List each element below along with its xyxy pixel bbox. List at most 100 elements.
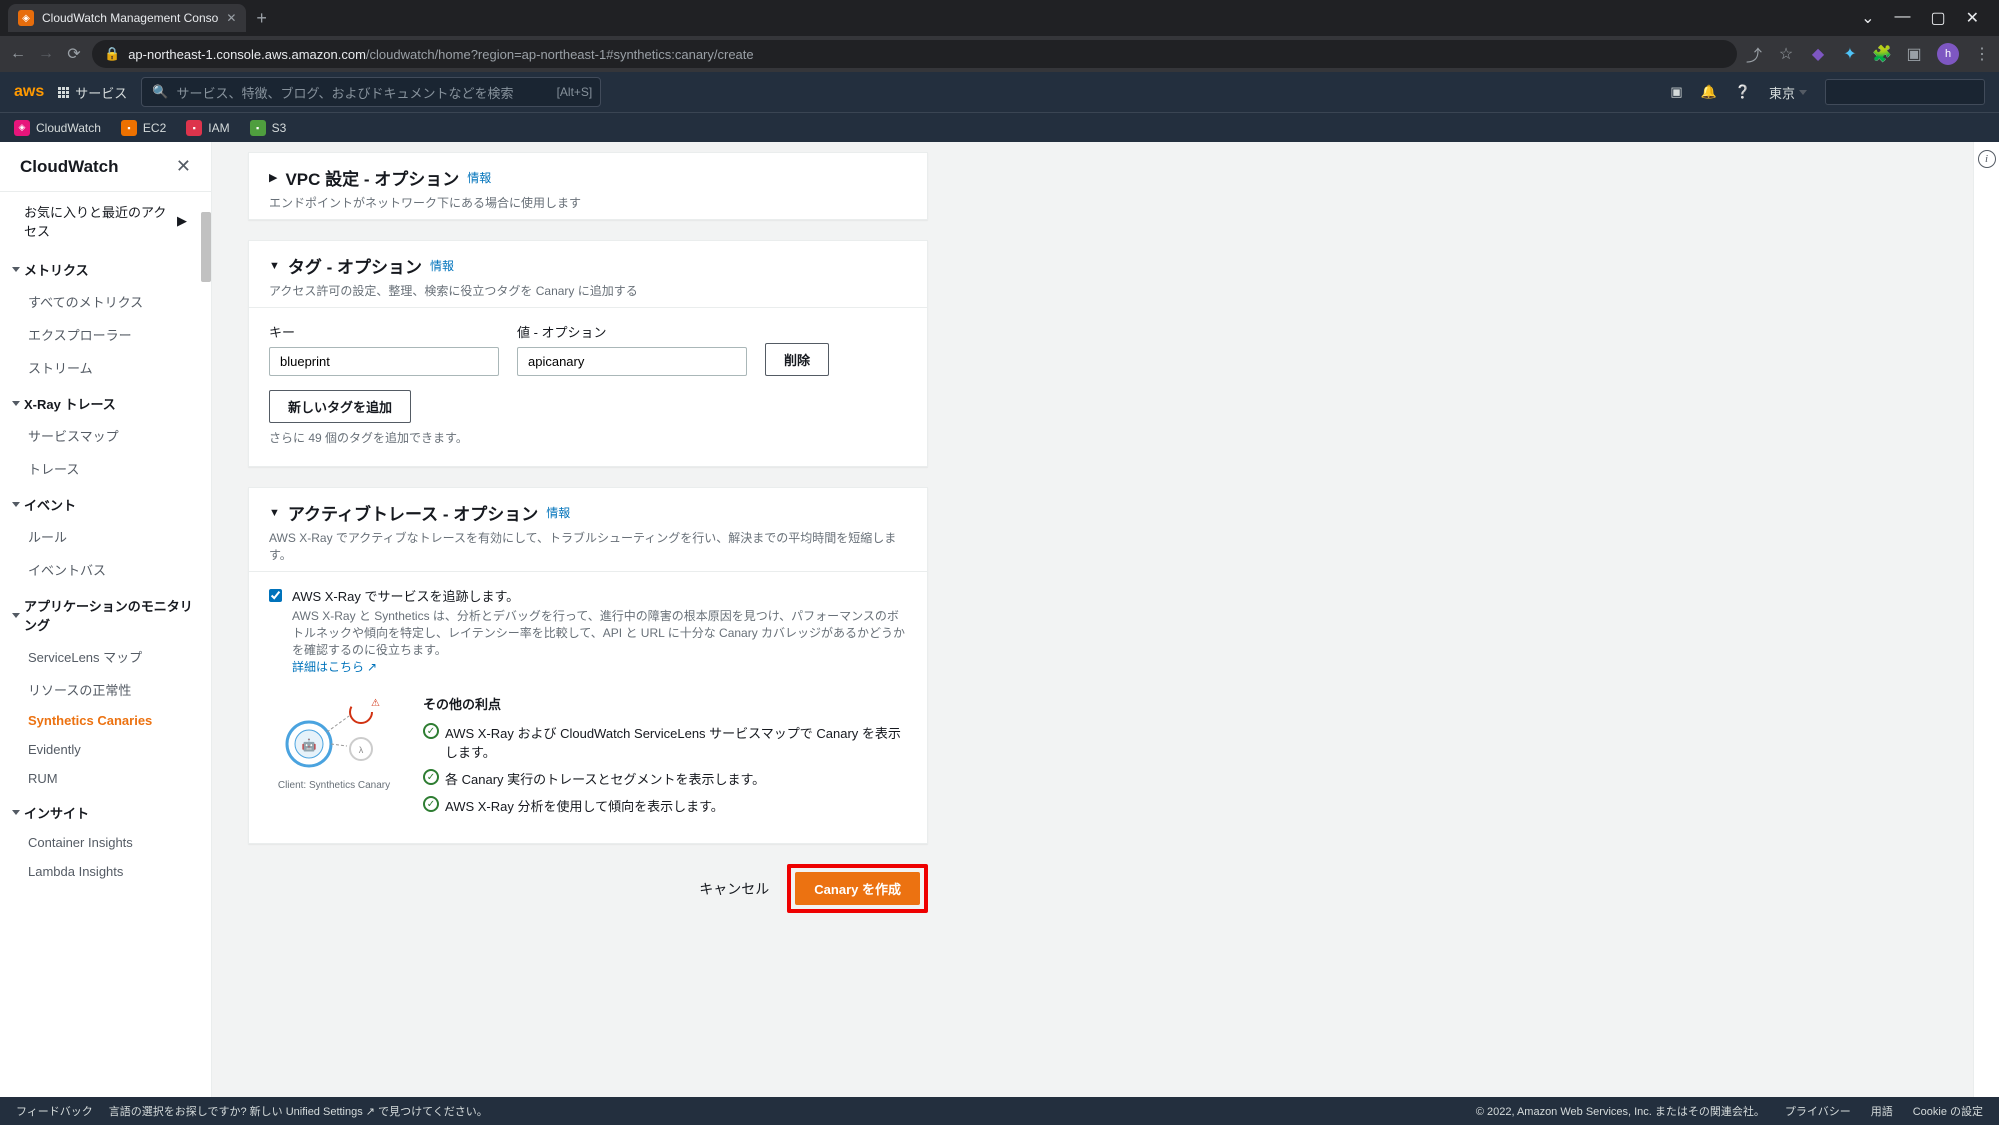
browser-tab[interactable]: ◈ CloudWatch Management Conso ✕: [8, 4, 246, 32]
svg-text:λ: λ: [359, 745, 364, 755]
tag-value-input[interactable]: [517, 347, 747, 376]
sidebar-title: CloudWatch: [20, 157, 119, 177]
cloudwatch-icon: ◈: [14, 120, 30, 136]
benefit-item: ✓各 Canary 実行のトレースとセグメントを表示します。: [423, 769, 907, 788]
region-selector[interactable]: 東京: [1769, 83, 1807, 102]
share-icon[interactable]: ⤴: [1745, 45, 1763, 63]
benefits-title: その他の利点: [423, 694, 907, 713]
new-tab-button[interactable]: +: [256, 8, 267, 29]
panel-active-trace: ▼ アクティブトレース - オプション 情報 AWS X-Ray でアクティブな…: [248, 487, 928, 844]
footer: フィードバック 言語の選択をお探しですか? 新しい Unified Settin…: [0, 1097, 1999, 1125]
info-link[interactable]: 情報: [546, 504, 570, 521]
caret-down-icon: [12, 613, 20, 618]
nav-item-service-map[interactable]: サービスマップ: [0, 419, 211, 452]
forward-button[interactable]: →: [36, 45, 56, 63]
extensions-icon[interactable]: 🧩: [1873, 45, 1891, 63]
svc-shortcut-ec2[interactable]: ▪EC2: [121, 120, 166, 136]
delete-tag-button[interactable]: 削除: [765, 343, 829, 376]
reload-button[interactable]: ⟳: [64, 44, 84, 64]
aws-logo[interactable]: aws: [14, 83, 44, 101]
side-panel-icon[interactable]: ▣: [1905, 45, 1923, 63]
svc-shortcut-s3[interactable]: ▪S3: [250, 120, 287, 136]
panel-vpc: ▶ VPC 設定 - オプション 情報 エンドポイントがネットワーク下にある場合…: [248, 152, 928, 220]
search-shortcut: [Alt+S]: [557, 85, 593, 99]
info-panel-toggle-icon[interactable]: i: [1978, 150, 1996, 168]
nav-group-appmon[interactable]: アプリケーションのモニタリング: [0, 586, 211, 640]
nav-group-events[interactable]: イベント: [0, 485, 211, 520]
nav-group-insights[interactable]: インサイト: [0, 793, 211, 828]
unified-settings-link[interactable]: Unified Settings ↗: [286, 1106, 375, 1118]
collapse-icon[interactable]: ▼: [269, 260, 280, 272]
grid-icon: [58, 87, 69, 98]
nav-item-rules[interactable]: ルール: [0, 520, 211, 553]
kebab-menu-icon[interactable]: ⋮: [1973, 45, 1991, 63]
nav-item-servicelens[interactable]: ServiceLens マップ: [0, 640, 211, 673]
nav-group-label: X-Ray トレース: [24, 394, 116, 413]
svc-shortcut-cloudwatch[interactable]: ◈CloudWatch: [14, 120, 101, 136]
sidebar-favorites[interactable]: お気に入りと最近のアクセス ▶: [0, 192, 211, 250]
services-menu[interactable]: サービス: [58, 83, 127, 102]
nav-item-evidently[interactable]: Evidently: [0, 735, 211, 764]
bookmark-icon[interactable]: ☆: [1777, 45, 1795, 63]
nav-group-metrics[interactable]: メトリクス: [0, 250, 211, 285]
close-window-icon[interactable]: ✕: [1966, 8, 1979, 28]
nav-item-all-metrics[interactable]: すべてのメトリクス: [0, 285, 211, 318]
svg-text:🤖: 🤖: [302, 738, 317, 752]
create-canary-button[interactable]: Canary を作成: [795, 872, 920, 905]
services-label: サービス: [75, 83, 127, 102]
add-tag-button[interactable]: 新しいタグを追加: [269, 390, 411, 423]
nav-item-synthetics-canaries[interactable]: Synthetics Canaries: [0, 706, 211, 735]
nav-item-streams[interactable]: ストリーム: [0, 351, 211, 384]
caret-down-icon[interactable]: ⌄: [1861, 8, 1874, 28]
nav-group-xray[interactable]: X-Ray トレース: [0, 384, 211, 419]
info-link[interactable]: 情報: [467, 169, 491, 186]
tab-close-icon[interactable]: ✕: [226, 11, 236, 25]
extension-icon-2[interactable]: ✦: [1841, 45, 1859, 63]
maximize-icon[interactable]: ▢: [1930, 8, 1945, 28]
address-bar[interactable]: 🔒 ap-northeast-1.console.aws.amazon.com/…: [92, 40, 1737, 68]
feedback-link[interactable]: フィードバック: [16, 1103, 93, 1119]
svc-shortcut-iam[interactable]: ▪IAM: [186, 120, 229, 136]
copyright: © 2022, Amazon Web Services, Inc. またはその関…: [1476, 1103, 1765, 1119]
tag-key-input[interactable]: [269, 347, 499, 376]
sidebar-scrollbar[interactable]: [201, 212, 211, 282]
help-icon[interactable]: ❔: [1735, 84, 1751, 100]
expand-icon[interactable]: ▶: [269, 171, 277, 184]
account-menu[interactable]: [1825, 79, 1985, 105]
nav-group-label: インサイト: [24, 803, 89, 822]
notifications-icon[interactable]: 🔔: [1701, 84, 1717, 100]
cloudshell-icon[interactable]: ▣: [1670, 84, 1682, 100]
sidebar: CloudWatch ✕ お気に入りと最近のアクセス ▶ メトリクス すべてのメ…: [0, 142, 212, 1097]
nav-item-rum[interactable]: RUM: [0, 764, 211, 793]
nav-item-lambda-insights[interactable]: Lambda Insights: [0, 857, 211, 886]
cookie-link[interactable]: Cookie の設定: [1913, 1103, 1983, 1119]
benefit-item: ✓AWS X-Ray および CloudWatch ServiceLens サー…: [423, 723, 907, 761]
cancel-button[interactable]: キャンセル: [691, 871, 777, 907]
aws-search[interactable]: 🔍 サービス、特徴、ブログ、およびドキュメントなどを検索 [Alt+S]: [141, 77, 601, 107]
nav-item-traces[interactable]: トレース: [0, 452, 211, 485]
minimize-icon[interactable]: ―: [1894, 8, 1910, 28]
nav-item-explorer[interactable]: エクスプローラー: [0, 318, 211, 351]
info-link[interactable]: 情報: [430, 257, 454, 274]
tab-title: CloudWatch Management Conso: [42, 11, 218, 25]
xray-checkbox[interactable]: [269, 589, 282, 602]
profile-avatar[interactable]: h: [1937, 43, 1959, 65]
nav-item-resource-health[interactable]: リソースの正常性: [0, 673, 211, 706]
back-button[interactable]: ←: [8, 45, 28, 63]
unified-label: Unified Settings: [286, 1106, 363, 1118]
learn-more-link[interactable]: 詳細はこちら↗: [292, 658, 377, 675]
xray-checkbox-desc: AWS X-Ray と Synthetics は、分析とデバッグを行って、進行中…: [292, 607, 907, 658]
svg-text:⚠: ⚠: [371, 698, 380, 709]
collapse-icon[interactable]: ▼: [269, 507, 280, 519]
terms-link[interactable]: 用語: [1871, 1103, 1893, 1119]
extension-icon-1[interactable]: ◆: [1809, 45, 1827, 63]
privacy-link[interactable]: プライバシー: [1785, 1103, 1851, 1119]
nav-item-container-insights[interactable]: Container Insights: [0, 828, 211, 857]
region-label: 東京: [1769, 83, 1795, 102]
panel-title: タグ - オプション: [288, 253, 422, 278]
nav-item-event-buses[interactable]: イベントバス: [0, 553, 211, 586]
sidebar-close-icon[interactable]: ✕: [176, 156, 191, 177]
chevron-right-icon: ▶: [177, 213, 187, 229]
panel-title: VPC 設定 - オプション: [285, 165, 459, 190]
svc-label: S3: [272, 121, 287, 135]
